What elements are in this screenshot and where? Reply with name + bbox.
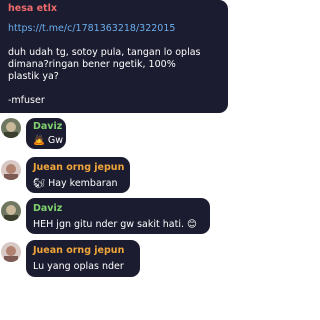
message-bubble[interactable]: Juean orng jepun Lu yang oplas nder — [26, 240, 140, 277]
sender-name[interactable]: Juean orng jepun — [33, 162, 124, 174]
avatar-daviz[interactable] — [1, 201, 21, 221]
message-bubble[interactable]: hesa etlx https://t.me/c/1781363218/3220… — [0, 0, 228, 113]
message-signature: -mfuser — [8, 95, 45, 106]
avatar-photo-icon — [1, 242, 21, 262]
message-bubble[interactable]: Daviz HEH jgn gitu nder gw sakit hati. 😊 — [26, 198, 210, 234]
avatar-juean[interactable] — [1, 242, 21, 262]
message-link[interactable]: https://t.me/c/1781363218/322015 — [8, 23, 220, 35]
sender-name[interactable]: Daviz — [33, 203, 203, 215]
message-bubble[interactable]: Daviz 🙇 Gw — [26, 118, 66, 149]
smiling-face-icon: 😊 — [187, 219, 197, 230]
avatar-daviz[interactable] — [1, 118, 21, 138]
bowing-person-icon: 🙇 — [33, 135, 45, 146]
sender-name[interactable]: Juean orng jepun — [33, 245, 133, 257]
message-text-content: HEH jgn gitu nder gw sakit hati. — [33, 219, 184, 230]
message-text: HEH jgn gitu nder gw sakit hati. 😊 — [33, 219, 203, 231]
message-text: Lu yang oplas nder — [33, 261, 124, 272]
avatar-photo-icon — [1, 201, 21, 221]
message-line: duh udah tg, sotoy pula, tangan lo oplas — [8, 47, 201, 58]
message-text: 🐿 Hay kembaran — [33, 178, 123, 190]
sender-name[interactable]: Daviz — [33, 121, 62, 133]
message-line: plastik ya? — [8, 71, 59, 82]
message-text-content: Gw — [47, 135, 63, 146]
chipmunk-icon: 🐿 — [33, 178, 46, 189]
message-bubble[interactable]: Juean orng jepun 🐿 Hay kembaran — [26, 157, 130, 193]
avatar-photo-icon — [1, 118, 21, 138]
avatar-juean[interactable] — [1, 160, 21, 180]
sender-name[interactable]: hesa etlx — [8, 3, 220, 15]
avatar-photo-icon — [1, 160, 21, 180]
message-text: 🙇 Gw — [33, 135, 63, 147]
message-line: dimana?ringan bener ngetik, 100% — [8, 59, 176, 70]
message-text-content: Hay kembaran — [48, 178, 118, 189]
